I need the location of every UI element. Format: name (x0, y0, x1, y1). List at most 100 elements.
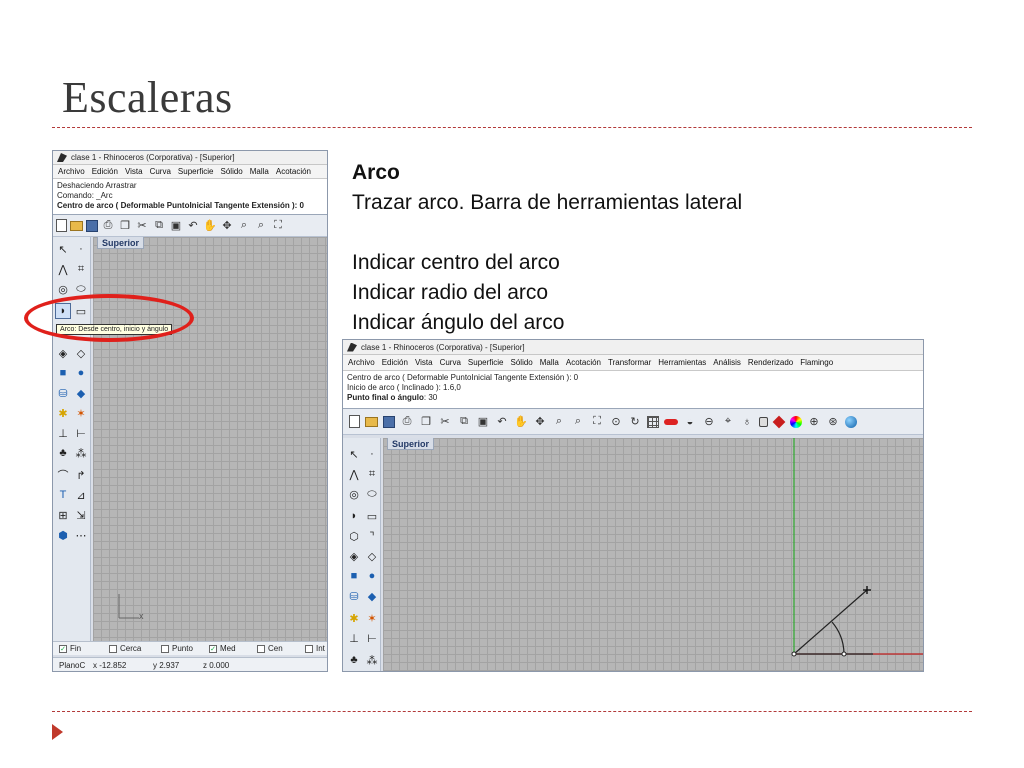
zoom-extents-icon[interactable]: ⛶ (271, 219, 285, 233)
menu-renderizado[interactable]: Renderizado (746, 358, 798, 367)
mesh-icon[interactable]: ◆ (73, 385, 89, 401)
polyline-icon[interactable]: ⋀ (346, 466, 362, 482)
sphere-solid-icon[interactable]: ● (364, 568, 380, 584)
right-viewport[interactable]: Superior (383, 438, 923, 671)
rotate-view-icon[interactable]: ↻ (628, 415, 642, 429)
menu-archivo[interactable]: Archivo (346, 358, 380, 367)
circle-icon[interactable]: ◎ (55, 281, 71, 297)
osnap-fin[interactable]: ✓ Fin (59, 644, 81, 653)
left-command-area[interactable]: Deshaciendo Arrastrar Comando: _Arc Cent… (53, 179, 327, 215)
text-icon[interactable]: T (55, 487, 71, 503)
snap-icon[interactable]: ⌖ (721, 415, 735, 429)
surface-edge-icon[interactable]: ◇ (73, 345, 89, 361)
dimension-icon[interactable]: ⊥ (346, 630, 362, 646)
menu-superficie[interactable]: Superficie (176, 167, 219, 176)
paste-icon[interactable]: ▣ (476, 415, 490, 429)
zoom-icon[interactable]: ⌕ (237, 219, 251, 233)
explode-icon[interactable]: ✶ (364, 610, 380, 626)
menu-acotacion[interactable]: Acotación (274, 167, 316, 176)
render-sphere-icon[interactable] (845, 415, 857, 428)
zoom-icon[interactable]: ⌕ (552, 415, 566, 429)
fillet-icon[interactable]: ⌝ (364, 528, 380, 544)
menu-vista[interactable]: Vista (123, 167, 148, 176)
chamfer-icon[interactable]: ↱ (73, 467, 89, 483)
menu-solido[interactable]: Sólido (219, 167, 248, 176)
lock-icon[interactable] (759, 416, 768, 427)
ellipse-icon[interactable]: ⬭ (364, 486, 380, 502)
surface-icon[interactable]: ◈ (346, 548, 362, 564)
box-solid-icon[interactable]: ■ (346, 568, 362, 584)
surface-edge-icon[interactable]: ◇ (364, 548, 380, 564)
save-icon[interactable] (383, 415, 395, 428)
copy-icon[interactable]: ⧉ (152, 219, 166, 233)
move-icon[interactable]: ✥ (533, 415, 547, 429)
block-icon[interactable]: ⊞ (55, 507, 71, 523)
osnap-cen[interactable]: Cen (257, 644, 283, 653)
zoom-selected-icon[interactable]: ⊙ (609, 415, 623, 429)
osnap-med[interactable]: ✓ Med (209, 644, 236, 653)
polygon-icon[interactable]: ⬡ (346, 528, 362, 544)
color-wheel-icon[interactable] (790, 415, 802, 428)
pan-hand-icon[interactable]: ✋ (514, 415, 528, 429)
fillet-icon[interactable]: ⌒ (55, 467, 71, 483)
zoom-extents-icon[interactable]: ⛶ (590, 415, 604, 429)
dimension-2-icon[interactable]: ⊢ (73, 425, 89, 441)
wireframe-icon[interactable]: ⊕ (807, 415, 821, 429)
viewport-label[interactable]: Superior (97, 237, 145, 249)
new-file-icon[interactable] (56, 219, 67, 232)
polyline-icon[interactable]: ⋀ (55, 261, 71, 277)
print-icon[interactable]: ⎙ (101, 219, 115, 233)
print-icon[interactable]: ⎙ (400, 415, 414, 429)
dimension-icon[interactable]: ⊥ (55, 425, 71, 441)
undo-icon[interactable]: ↶ (495, 415, 509, 429)
menu-curva[interactable]: Curva (148, 167, 176, 176)
group-icon[interactable]: ⁂ (364, 652, 380, 668)
sphere-solid-icon[interactable]: ● (73, 365, 89, 381)
properties-icon[interactable]: ❐ (118, 219, 132, 233)
menu-superficie[interactable]: Superficie (466, 358, 509, 367)
osnap-int[interactable]: Int (305, 644, 325, 653)
select-arrow-icon[interactable]: ↖ (346, 446, 362, 462)
transform-icon[interactable]: ✱ (346, 610, 362, 626)
menu-malla[interactable]: Malla (538, 358, 564, 367)
menu-analisis[interactable]: Análisis (711, 358, 746, 367)
right-command-area[interactable]: Centro de arco ( Deformable PuntoInicial… (343, 371, 923, 409)
transform-icon[interactable]: ✱ (55, 405, 71, 421)
copy-icon[interactable]: ⧉ (457, 415, 471, 429)
tools-icon[interactable]: ⋯ (73, 527, 89, 543)
group-icon[interactable]: ⁂ (73, 445, 89, 461)
select-arrow-icon[interactable]: ↖ (55, 241, 71, 257)
menu-transformar[interactable]: Transformar (606, 358, 656, 367)
save-icon[interactable] (86, 219, 98, 232)
rectangle-icon[interactable]: ▭ (364, 508, 380, 524)
curve-icon[interactable]: ⌗ (73, 261, 89, 277)
grid-icon[interactable] (647, 415, 659, 428)
cylinder-icon[interactable]: ⛁ (346, 588, 362, 604)
mesh-icon[interactable]: ◆ (364, 588, 380, 604)
boolean-icon[interactable]: ♣ (55, 445, 71, 461)
curve-icon[interactable]: ⌗ (364, 466, 380, 482)
menu-curva[interactable]: Curva (438, 358, 466, 367)
menu-herramientas[interactable]: Herramientas (656, 358, 711, 367)
dimension-2-icon[interactable]: ⊢ (364, 630, 380, 646)
zoom-window-icon[interactable]: ⌕ (254, 219, 268, 233)
osnap-punto[interactable]: Punto (161, 644, 193, 653)
menu-archivo[interactable]: Archivo (56, 167, 90, 176)
move-icon[interactable]: ✥ (220, 219, 234, 233)
box-solid-icon[interactable]: ■ (55, 365, 71, 381)
render-icon[interactable]: ⬢ (55, 527, 71, 543)
point-icon[interactable]: · (364, 446, 380, 462)
shaded-icon[interactable]: ⊛ (826, 415, 840, 429)
menu-vista[interactable]: Vista (413, 358, 438, 367)
open-folder-icon[interactable] (365, 416, 378, 427)
boolean-icon[interactable]: ♣ (346, 652, 362, 668)
undo-icon[interactable]: ↶ (186, 219, 200, 233)
explode-icon[interactable]: ✶ (73, 405, 89, 421)
analyze-icon[interactable]: ⊿ (73, 487, 89, 503)
surface-icon[interactable]: ◈ (55, 345, 71, 361)
open-folder-icon[interactable] (70, 220, 83, 231)
menu-malla[interactable]: Malla (248, 167, 274, 176)
menu-acotacion[interactable]: Acotación (564, 358, 606, 367)
paste-icon[interactable]: ▣ (169, 219, 183, 233)
cut-icon[interactable]: ✂ (135, 219, 149, 233)
